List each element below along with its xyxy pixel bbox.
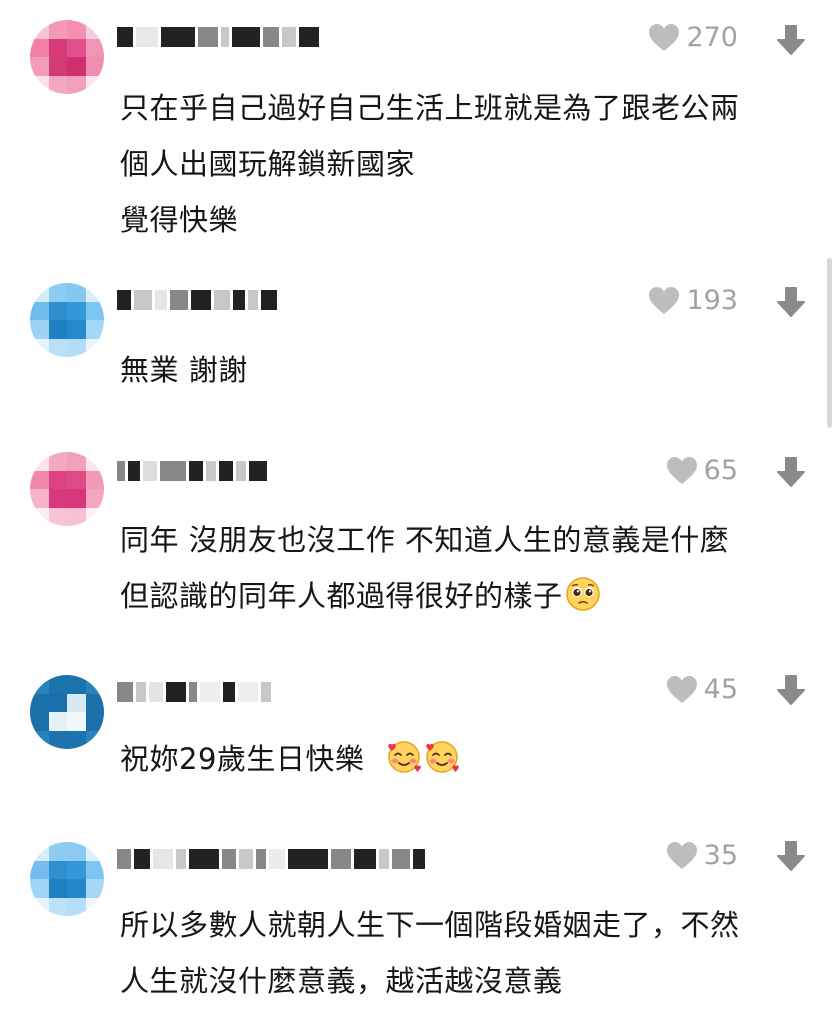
like-count: 45 xyxy=(703,674,738,705)
like-button[interactable]: 270 xyxy=(648,22,738,53)
like-count: 270 xyxy=(686,22,738,53)
dislike-arrow-icon[interactable] xyxy=(776,674,806,706)
username-obscured[interactable] xyxy=(117,679,274,705)
smiling-face-with-hearts-icon xyxy=(386,737,422,773)
heart-icon xyxy=(666,456,697,484)
avatar[interactable] xyxy=(30,842,104,916)
comment-text: 只在乎自己過好自己生活上班就是為了跟老公兩 個人出國玩解鎖新國家 覺得快樂 xyxy=(120,91,740,237)
heart-icon xyxy=(649,286,680,314)
like-count: 193 xyxy=(686,285,738,316)
like-button[interactable]: 193 xyxy=(648,285,738,316)
heart-icon xyxy=(649,23,680,51)
username-obscured[interactable] xyxy=(117,458,270,484)
dislike-arrow-icon[interactable] xyxy=(776,456,806,488)
like-button[interactable]: 65 xyxy=(666,455,738,486)
avatar[interactable] xyxy=(30,283,104,357)
username-obscured[interactable] xyxy=(117,24,322,50)
like-button[interactable]: 45 xyxy=(666,674,738,705)
comment-text: 同年 沒朋友也沒工作 不知道人生的意義是什麼 但認識的同年人都過得很好的樣子 xyxy=(120,523,730,613)
username-obscured[interactable] xyxy=(117,287,280,313)
avatar[interactable] xyxy=(30,675,104,749)
scrollbar[interactable] xyxy=(827,258,832,428)
pleading-face-icon xyxy=(565,574,601,611)
dislike-arrow-icon[interactable] xyxy=(776,286,806,318)
heart-icon xyxy=(666,841,697,869)
like-count: 35 xyxy=(703,840,738,871)
like-count: 65 xyxy=(703,455,738,486)
comment-text: 無業 謝謝 xyxy=(120,353,248,387)
comment-text: 所以多數人就朝人生下一個階段婚姻走了，不然 人生就沒什麼意義，越活越沒意義 xyxy=(120,908,740,998)
smiling-face-with-hearts-icon xyxy=(424,737,460,773)
heart-icon xyxy=(666,675,697,703)
avatar[interactable] xyxy=(30,20,104,94)
comment-text: 祝妳29歲生日快樂 xyxy=(120,731,798,787)
like-button[interactable]: 35 xyxy=(666,840,738,871)
dislike-arrow-icon[interactable] xyxy=(776,24,806,56)
avatar[interactable] xyxy=(30,452,104,526)
username-obscured[interactable] xyxy=(117,846,428,872)
dislike-arrow-icon[interactable] xyxy=(776,840,806,872)
